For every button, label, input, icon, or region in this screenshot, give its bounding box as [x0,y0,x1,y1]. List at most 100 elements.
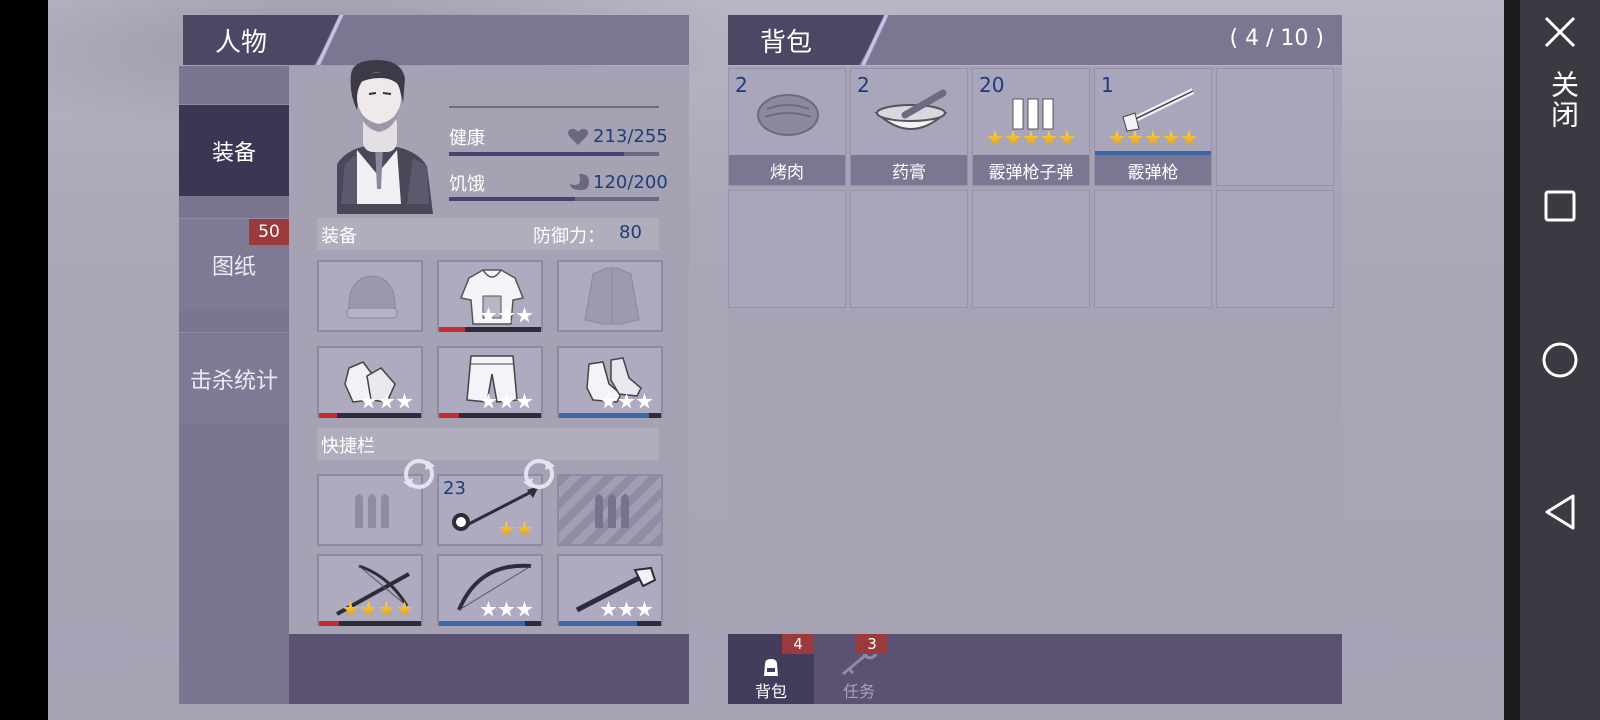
side-tab-blueprint-label: 图纸 [211,254,256,280]
square-icon [1544,190,1576,222]
heart-icon [567,128,589,145]
equip-slot-body[interactable] [437,260,543,332]
health-bar-fill [449,152,625,156]
tab-quest-badge: 3 [856,634,888,654]
star-icon [516,521,533,537]
star-icon [480,393,497,409]
item-stars [342,601,413,618]
item-count: 2 [857,73,870,97]
star-icon [498,307,515,323]
item-count: 1 [1101,73,1114,97]
star-icon [498,601,515,617]
backpack-slot-empty[interactable] [850,190,968,308]
item-name: 霰弹枪 [1095,155,1211,185]
close-icon [1544,16,1576,48]
stomach-icon [570,174,589,191]
star-icon [498,393,515,409]
side-tab-equip-label: 装备 [211,140,256,166]
backpack-slot-empty[interactable] [728,190,846,308]
portrait-divider [449,106,659,108]
backpack-slot-2[interactable]: 2 药膏 [850,68,968,186]
item-stars [480,393,533,410]
star-icon [1004,130,1022,146]
tab-backpack-badge: 4 [782,634,814,654]
quickbar-section-title: 快捷栏 [321,436,375,457]
star-icon [618,393,635,409]
star-icon [986,130,1004,146]
home-button[interactable] [1520,338,1600,382]
backpack-slot-empty[interactable] [1094,190,1212,308]
backpack-slot-4[interactable]: 1 霰弹枪 [1094,68,1212,186]
tab-quest[interactable]: 任务 3 [816,634,902,704]
side-tab-kills[interactable]: 击杀统计 [179,332,289,424]
ammo-icon-locked [595,494,629,528]
backpack-slot-empty[interactable] [1216,190,1334,308]
quickbar-slot-4[interactable] [317,554,423,626]
durability-bar [439,621,541,626]
backpack-header: 背包 ( 4 / 10 ) [728,15,1342,65]
durability-bar [559,413,661,418]
swap-icon[interactable] [401,456,437,492]
durability-bar [319,621,421,626]
star-icon [1058,130,1076,146]
close-button[interactable] [1520,12,1600,52]
equip-slot-legs[interactable] [437,346,543,418]
star-icon [1022,130,1040,146]
star-icon [1144,130,1162,146]
item-name: 烤肉 [729,155,845,185]
screen-edge [1504,0,1520,720]
star-icon [516,307,533,323]
backpack-slot-empty[interactable] [972,190,1090,308]
backpack-slot-empty[interactable] [1216,68,1334,186]
star-icon [1180,130,1198,146]
backpack-slot-1[interactable]: 2 烤肉 [728,68,846,186]
star-icon [498,521,515,537]
jacket-icon [584,267,640,325]
circle-icon [1542,342,1578,378]
backpack-icon [764,659,778,676]
quickbar-section-bar: 快捷栏 [317,428,659,460]
swap-icon[interactable] [521,456,557,492]
item-stars [986,130,1076,147]
equip-slot-outerwear[interactable] [557,260,663,332]
character-panel: 健康 213/255 饥饿 120/200 装备 防御力： 80 快捷栏 23 [289,60,689,634]
quickbar-slot-5[interactable] [437,554,543,626]
recent-apps-button[interactable] [1520,184,1600,228]
side-tab-equip[interactable]: 装备 [179,104,289,196]
item-stars [498,521,533,538]
item-count: 20 [979,73,1005,97]
blueprint-badge: 50 [249,219,289,245]
hunger-label: 饥饿 [449,174,485,195]
durability-bar [559,621,661,626]
durability-bar [439,327,541,332]
star-icon [360,393,377,409]
health-bar [449,152,659,156]
item-stars [360,393,413,410]
health-value: 213/255 [593,126,668,147]
side-tab-blueprint[interactable]: 图纸 50 [179,218,289,310]
equip-slot-feet[interactable] [557,346,663,418]
item-stars [600,393,653,410]
tab-backpack-label: 背包 [754,682,787,701]
back-button[interactable] [1520,490,1600,534]
star-icon [396,601,413,617]
side-tab-kills-label: 击杀统计 [189,368,278,394]
star-icon [1040,130,1058,146]
tab-backpack[interactable]: 背包 4 [728,634,814,704]
equip-slot-hands[interactable] [317,346,423,418]
star-icon [600,393,617,409]
star-icon [480,601,497,617]
triangle-back-icon [1545,494,1575,530]
backpack-slot-3[interactable]: 20 霰弹枪子弹 [972,68,1090,186]
shotgun-icon [1122,88,1195,132]
equip-slot-head[interactable] [317,260,423,332]
quickbar-slot-3-locked[interactable] [557,474,663,546]
star-icon [396,393,413,409]
quickbar-slot-6[interactable] [557,554,663,626]
star-icon [516,601,533,617]
beanie-hat-icon [346,275,398,319]
close-label[interactable]: 关闭 [1537,70,1583,130]
durability-bar [319,413,421,418]
item-count: 2 [735,73,748,97]
star-icon [378,393,395,409]
